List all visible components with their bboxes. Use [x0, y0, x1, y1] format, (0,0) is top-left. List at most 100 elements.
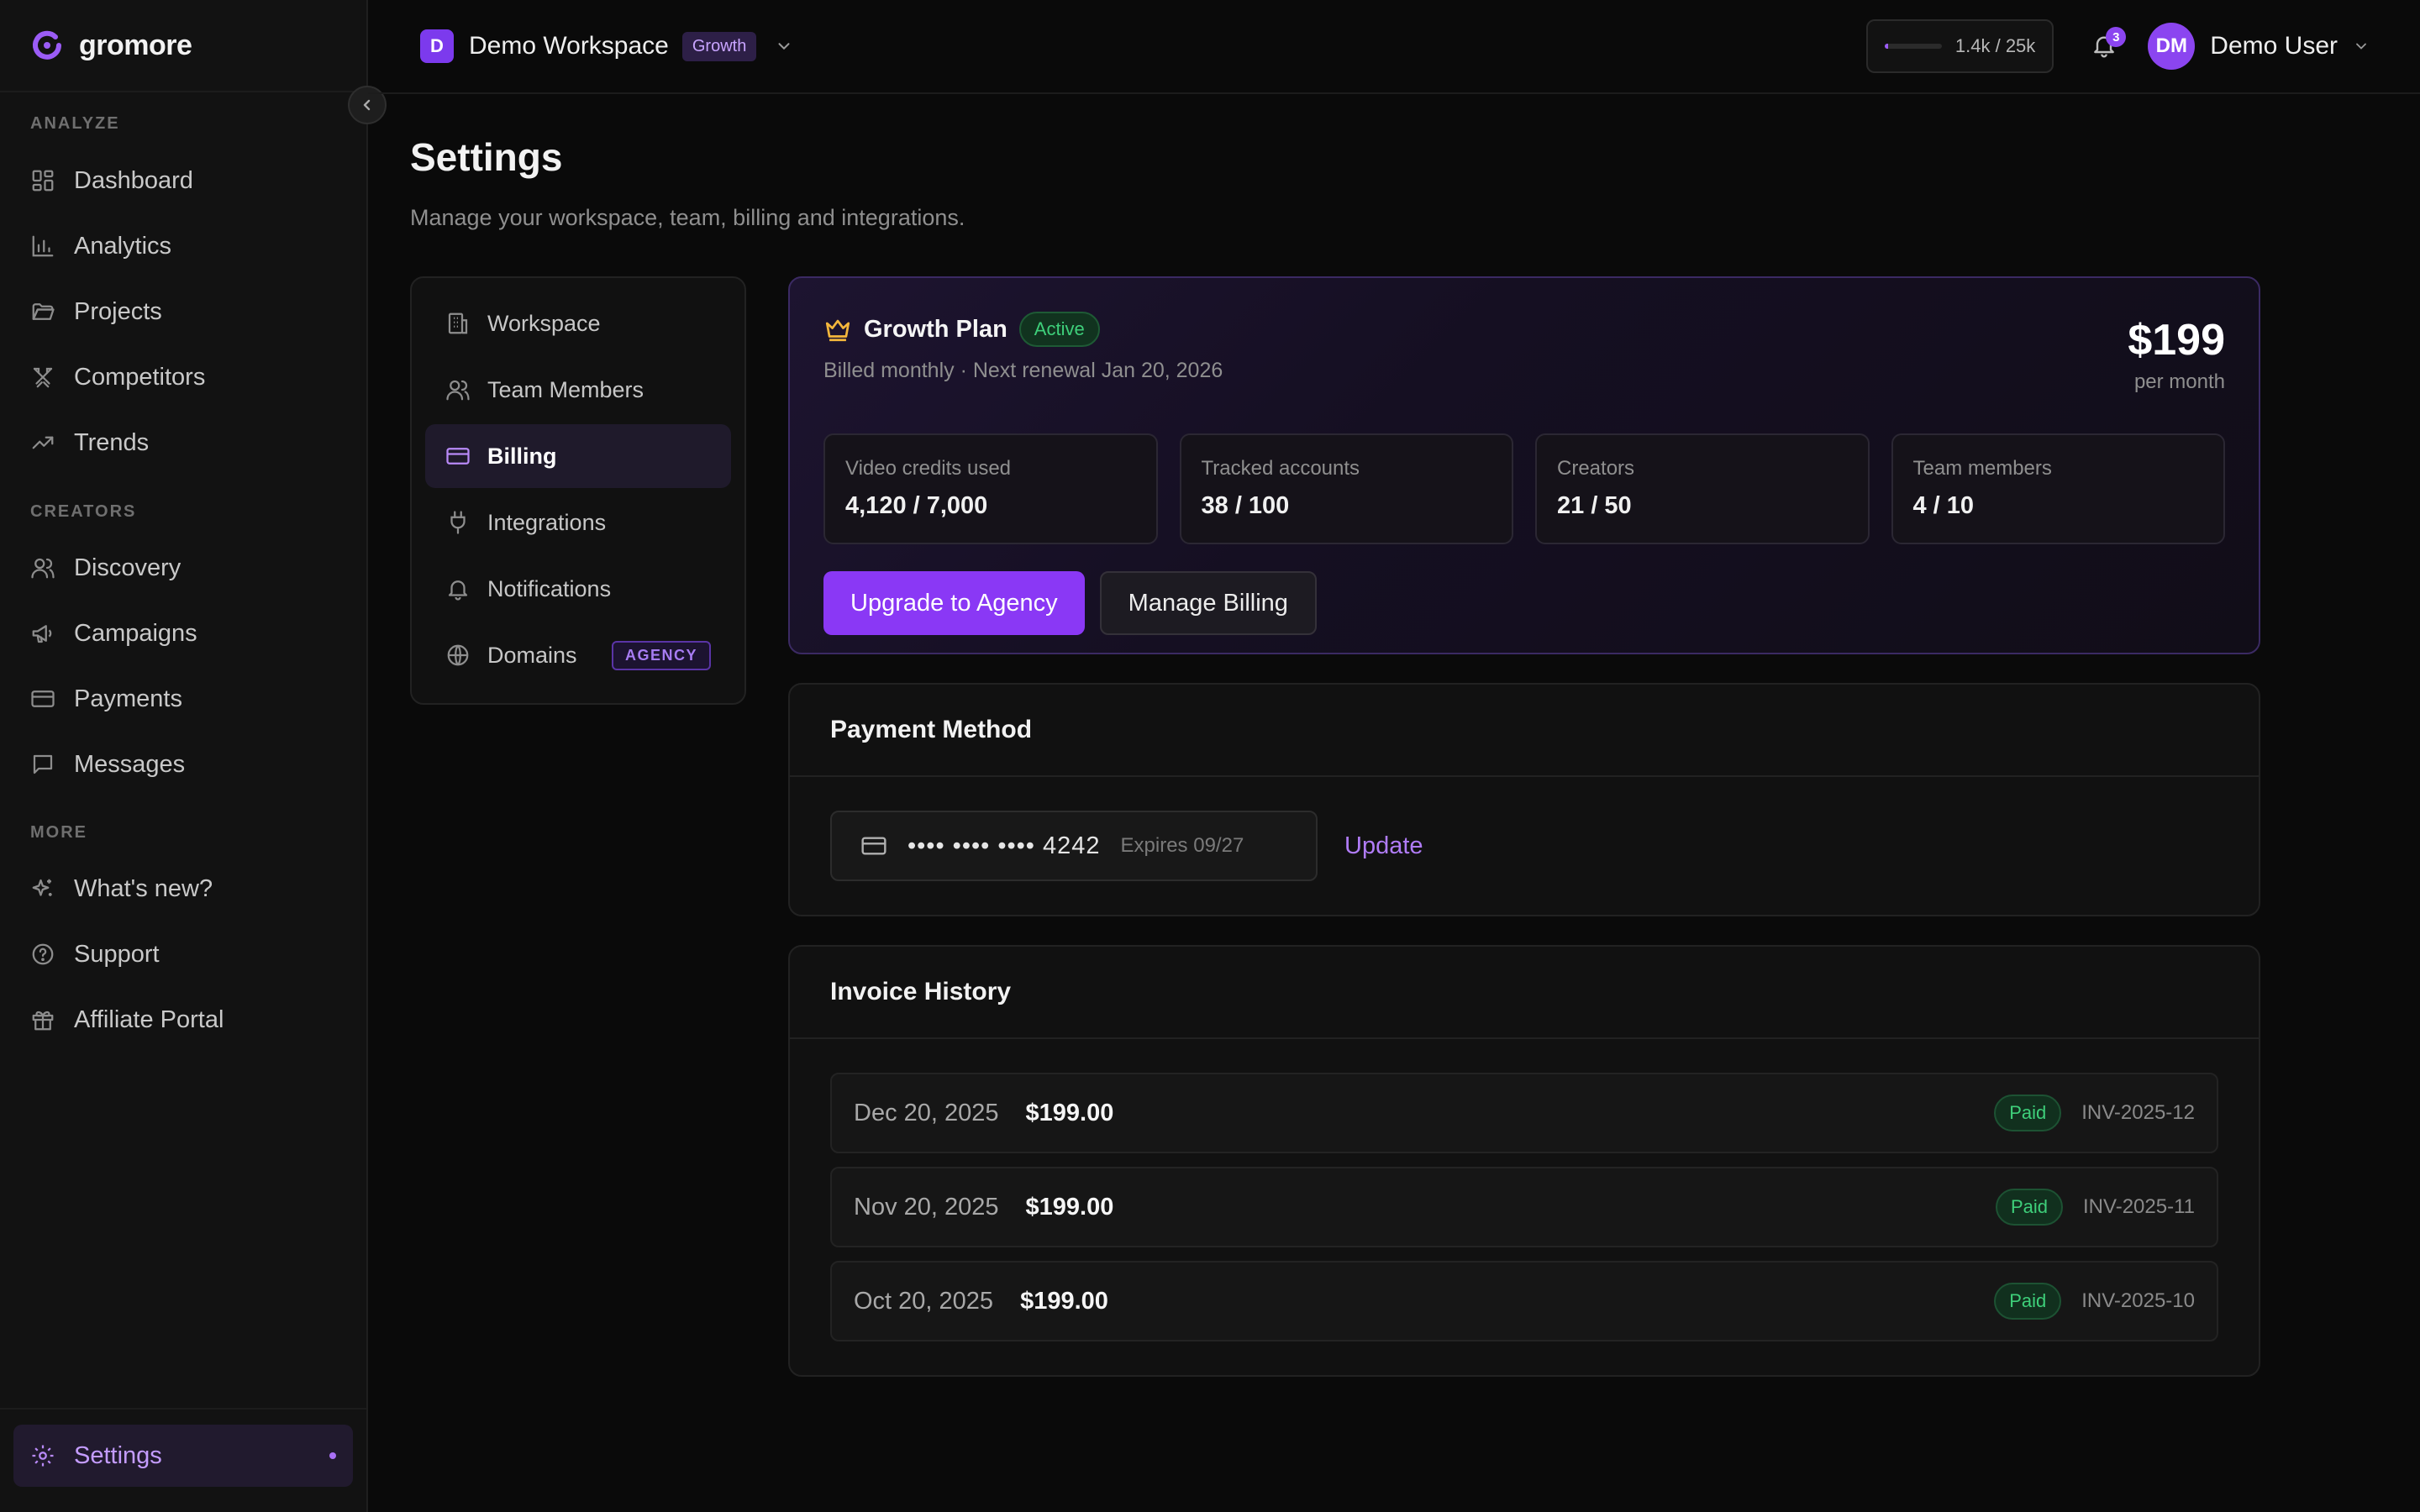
stat-video-credits: Video credits used 4,120 / 7,000 — [823, 433, 1158, 544]
sidebar-item-label: Support — [74, 940, 160, 968]
settings-content: Settings Manage your workspace, team, bi… — [368, 94, 2420, 1377]
plan-name: Growth Plan — [864, 315, 1007, 343]
workspace-switcher[interactable]: D Demo Workspace Growth — [420, 29, 793, 63]
sidebar-item-campaigns[interactable]: Campaigns — [0, 606, 366, 661]
card-title: Invoice History — [790, 947, 2259, 1039]
sidebar-item-label: Projects — [74, 297, 162, 325]
sidebar-item-label: Dashboard — [74, 166, 193, 194]
dashboard-icon — [32, 170, 54, 192]
sidebar-item-payments[interactable]: Payments — [0, 671, 366, 727]
stat-label: Tracked accounts — [1201, 457, 1360, 480]
nav-group-creators: Discovery Campaigns Payments Messages — [0, 540, 366, 802]
agency-tag: AGENCY — [611, 640, 711, 670]
bell-icon — [448, 580, 468, 601]
brand[interactable]: gromore — [0, 0, 366, 92]
usage-bar-fill — [1884, 44, 1888, 49]
settings-tab-team-members[interactable]: Team Members — [425, 358, 731, 422]
globe-icon — [447, 644, 469, 666]
nav-group-analyze: Dashboard Analytics Projects Competitors… — [0, 153, 366, 480]
manage-billing-button[interactable]: Manage Billing — [1099, 571, 1317, 635]
plan-usage-stats: Video credits used 4,120 / 7,000 Tracked… — [823, 433, 2225, 544]
usage-text: 1.4k / 25k — [1954, 35, 2036, 56]
app-root: gromore ANALYZE Dashboard Analytics Proj… — [0, 0, 2420, 1512]
brand-logo-icon — [33, 30, 61, 60]
sidebar-item-discovery[interactable]: Discovery — [0, 540, 366, 596]
payment-method-body: •••• •••• •••• 4242 Expires 09/27 Update — [790, 777, 2259, 915]
sidebar-item-analytics[interactable]: Analytics — [0, 218, 366, 274]
notifications-button[interactable]: 3 — [2091, 27, 2127, 60]
trend-up-icon — [32, 436, 54, 449]
status-badge: Paid — [1995, 1189, 2064, 1226]
user-name: Demo User — [2210, 32, 2338, 60]
sidebar-item-label: Messages — [74, 750, 186, 778]
settings-tab-label: Integrations — [487, 509, 607, 535]
credit-card-icon — [861, 837, 886, 855]
sidebar-item-dashboard[interactable]: Dashboard — [0, 153, 366, 208]
settings-layout: Workspace Team Members Billing Integrati… — [410, 276, 2420, 1377]
stat-team-members: Team members 4 / 10 — [1891, 433, 2225, 544]
message-icon — [33, 754, 53, 774]
sparkles-icon — [32, 879, 52, 896]
settings-tab-integrations[interactable]: Integrations — [425, 491, 731, 554]
invoice-date: Nov 20, 2025 — [854, 1193, 999, 1221]
chevron-down-icon — [2356, 43, 2366, 50]
stat-value: 4 / 10 — [1912, 492, 1975, 519]
sidebar-item-projects[interactable]: Projects — [0, 284, 366, 339]
users-icon — [446, 380, 470, 401]
settings-tab-label: Billing — [487, 443, 557, 469]
settings-tab-workspace[interactable]: Workspace — [425, 291, 731, 355]
invoice-date: Oct 20, 2025 — [854, 1287, 994, 1315]
status-badge: Paid — [1994, 1283, 2062, 1320]
billing-panel: Growth Plan Active Billed monthly · Next… — [788, 276, 2260, 1377]
sidebar-item-messages[interactable]: Messages — [0, 737, 366, 792]
stat-value: 38 / 100 — [1201, 492, 1290, 519]
sidebar-item-support[interactable]: Support — [0, 927, 366, 982]
table-row[interactable]: Oct 20, 2025 $199.00 Paid INV-2025-10 — [830, 1261, 2218, 1341]
invoice-date: Dec 20, 2025 — [854, 1099, 999, 1126]
price-amount: $199 — [2128, 316, 2225, 365]
settings-tab-label: Team Members — [487, 376, 644, 402]
update-payment-link[interactable]: Update — [1344, 832, 1423, 860]
plan-actions: Upgrade to Agency Manage Billing — [823, 571, 2225, 635]
upgrade-to-agency-button[interactable]: Upgrade to Agency — [823, 571, 1085, 635]
gear-icon — [32, 1445, 54, 1467]
settings-tab-domains[interactable]: Domains AGENCY — [425, 623, 731, 687]
brand-name: gromore — [79, 29, 192, 61]
sidebar-item-whats-new[interactable]: What's new? — [0, 861, 366, 916]
sidebar-item-label: Competitors — [74, 363, 206, 391]
sidebar-item-label: Settings — [74, 1441, 162, 1469]
chevron-down-icon — [778, 43, 790, 50]
table-row[interactable]: Nov 20, 2025 $199.00 Paid INV-2025-11 — [830, 1167, 2218, 1247]
invoice-list: Dec 20, 2025 $199.00 Paid INV-2025-12 No… — [790, 1039, 2259, 1375]
workspace-name: Demo Workspace — [469, 32, 669, 60]
sidebar-item-label: Discovery — [74, 554, 182, 581]
sidebar-item-competitors[interactable]: Competitors — [0, 349, 366, 405]
settings-tab-notifications[interactable]: Notifications — [425, 557, 731, 621]
plan-price: $199 per month — [2128, 315, 2225, 394]
notification-count-badge: 3 — [2106, 27, 2127, 47]
sidebar-item-label: Trends — [74, 428, 150, 456]
invoice-amount: $199.00 — [1025, 1099, 1114, 1126]
sidebar-item-affiliate-portal[interactable]: Affiliate Portal — [0, 992, 366, 1047]
saved-card: •••• •••• •••• 4242 Expires 09/27 — [830, 811, 1318, 881]
stat-label: Video credits used — [845, 457, 1012, 480]
settings-tab-label: Domains — [487, 642, 577, 668]
sidebar-item-settings[interactable]: Settings — [13, 1425, 353, 1487]
settings-tab-billing[interactable]: Billing — [425, 424, 731, 488]
table-row[interactable]: Dec 20, 2025 $199.00 Paid INV-2025-12 — [830, 1073, 2218, 1153]
sidebar-item-trends[interactable]: Trends — [0, 415, 366, 470]
nav-section-creators: CREATORS — [30, 502, 137, 521]
user-menu[interactable]: DM Demo User — [2148, 23, 2370, 70]
stat-value: 21 / 50 — [1557, 492, 1632, 519]
invoice-amount: $199.00 — [1025, 1193, 1114, 1221]
card-title: Payment Method — [790, 685, 2259, 777]
users-icon — [31, 558, 55, 579]
usage-meter[interactable]: 1.4k / 25k — [1865, 19, 2054, 73]
page-title: Settings — [410, 135, 563, 179]
payment-method-card: Payment Method •••• •••• •••• 4242 Expir… — [788, 683, 2260, 916]
sidebar-footer: Settings — [0, 1408, 366, 1512]
nav-group-more: What's new? Support Affiliate Portal — [0, 861, 366, 1058]
plan-billing-info: Billed monthly · Next renewal Jan 20, 20… — [823, 359, 1223, 382]
invoice-id: INV-2025-10 — [2081, 1289, 2195, 1312]
card-number: •••• •••• •••• 4242 — [908, 832, 1101, 859]
